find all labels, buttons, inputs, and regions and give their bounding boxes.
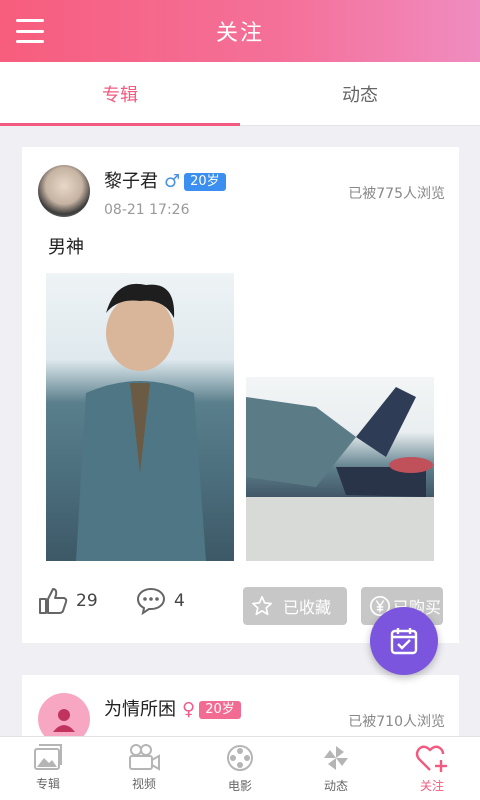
post-photo[interactable] [246,377,434,561]
nav-item-follow[interactable]: 关注 [384,737,480,800]
post-author[interactable]: 黎子君 ♂ 20岁 [104,167,226,193]
album-icon [34,744,62,770]
photo-figure-lying [246,387,434,561]
like-button[interactable]: 29 [38,587,98,615]
favorite-button[interactable]: 已收藏 [243,587,347,625]
nav-item-movie[interactable]: 电影 [192,737,288,800]
nav-label: 动态 [323,779,348,793]
video-camera-icon [129,744,160,771]
female-icon: ♀ [182,699,196,720]
favorite-label: 已收藏 [283,598,332,617]
tab-bar: 专辑 动态 [0,62,480,126]
photo-figure-portrait [76,283,206,561]
thumbs-up-icon [39,588,68,614]
page-title: 关注 [215,21,264,46]
nav-label: 视频 [131,777,156,791]
pinwheel-icon [324,746,348,770]
age-badge: 20岁 [199,701,241,719]
post-author[interactable]: 为情所困 ♀ 20岁 [104,695,241,721]
user-placeholder-icon [53,709,75,732]
username-label: 为情所困 [104,699,176,720]
comment-count: 4 [174,591,185,611]
post-photo[interactable] [46,273,234,561]
nav-label: 电影 [227,779,252,793]
comment-bubble-icon [136,587,166,615]
calendar-fab-button[interactable] [370,607,438,675]
post-time: 08-21 17:26 [104,202,190,218]
view-count: 已被710人浏览 [348,714,445,730]
post-card[interactable]: 为情所困 ♀ 20岁 已被710人浏览 [22,675,459,736]
film-reel-icon [227,745,253,771]
view-count: 已被775人浏览 [348,186,445,202]
nav-label: 关注 [419,779,444,793]
comment-button[interactable]: 4 [136,587,185,615]
nav-item-video[interactable]: 视频 [96,737,192,800]
username-label: 黎子君 [104,171,158,192]
male-icon: ♂ [164,171,181,192]
like-count: 29 [76,591,98,611]
post-text: 男神 [48,237,84,258]
nav-item-moments[interactable]: 动态 [288,737,384,800]
app-header: 关注 [0,0,480,62]
avatar[interactable] [38,693,90,736]
bottom-nav: 专辑 视频 电影 动态 关注 [0,736,480,800]
avatar[interactable] [38,165,90,217]
nav-item-album[interactable]: 专辑 [0,737,96,800]
heart-plus-icon [415,745,447,772]
nav-label: 专辑 [35,777,60,791]
tab-moments[interactable]: 动态 [240,62,480,125]
calendar-check-icon [390,628,418,655]
post-card[interactable]: 黎子君 ♂ 20岁 08-21 17:26 已被775人浏览 男神 29 4 已… [22,147,459,643]
age-badge: 20岁 [184,173,226,191]
tab-album[interactable]: 专辑 [0,62,240,126]
star-icon [252,596,272,616]
menu-icon[interactable] [16,19,44,43]
